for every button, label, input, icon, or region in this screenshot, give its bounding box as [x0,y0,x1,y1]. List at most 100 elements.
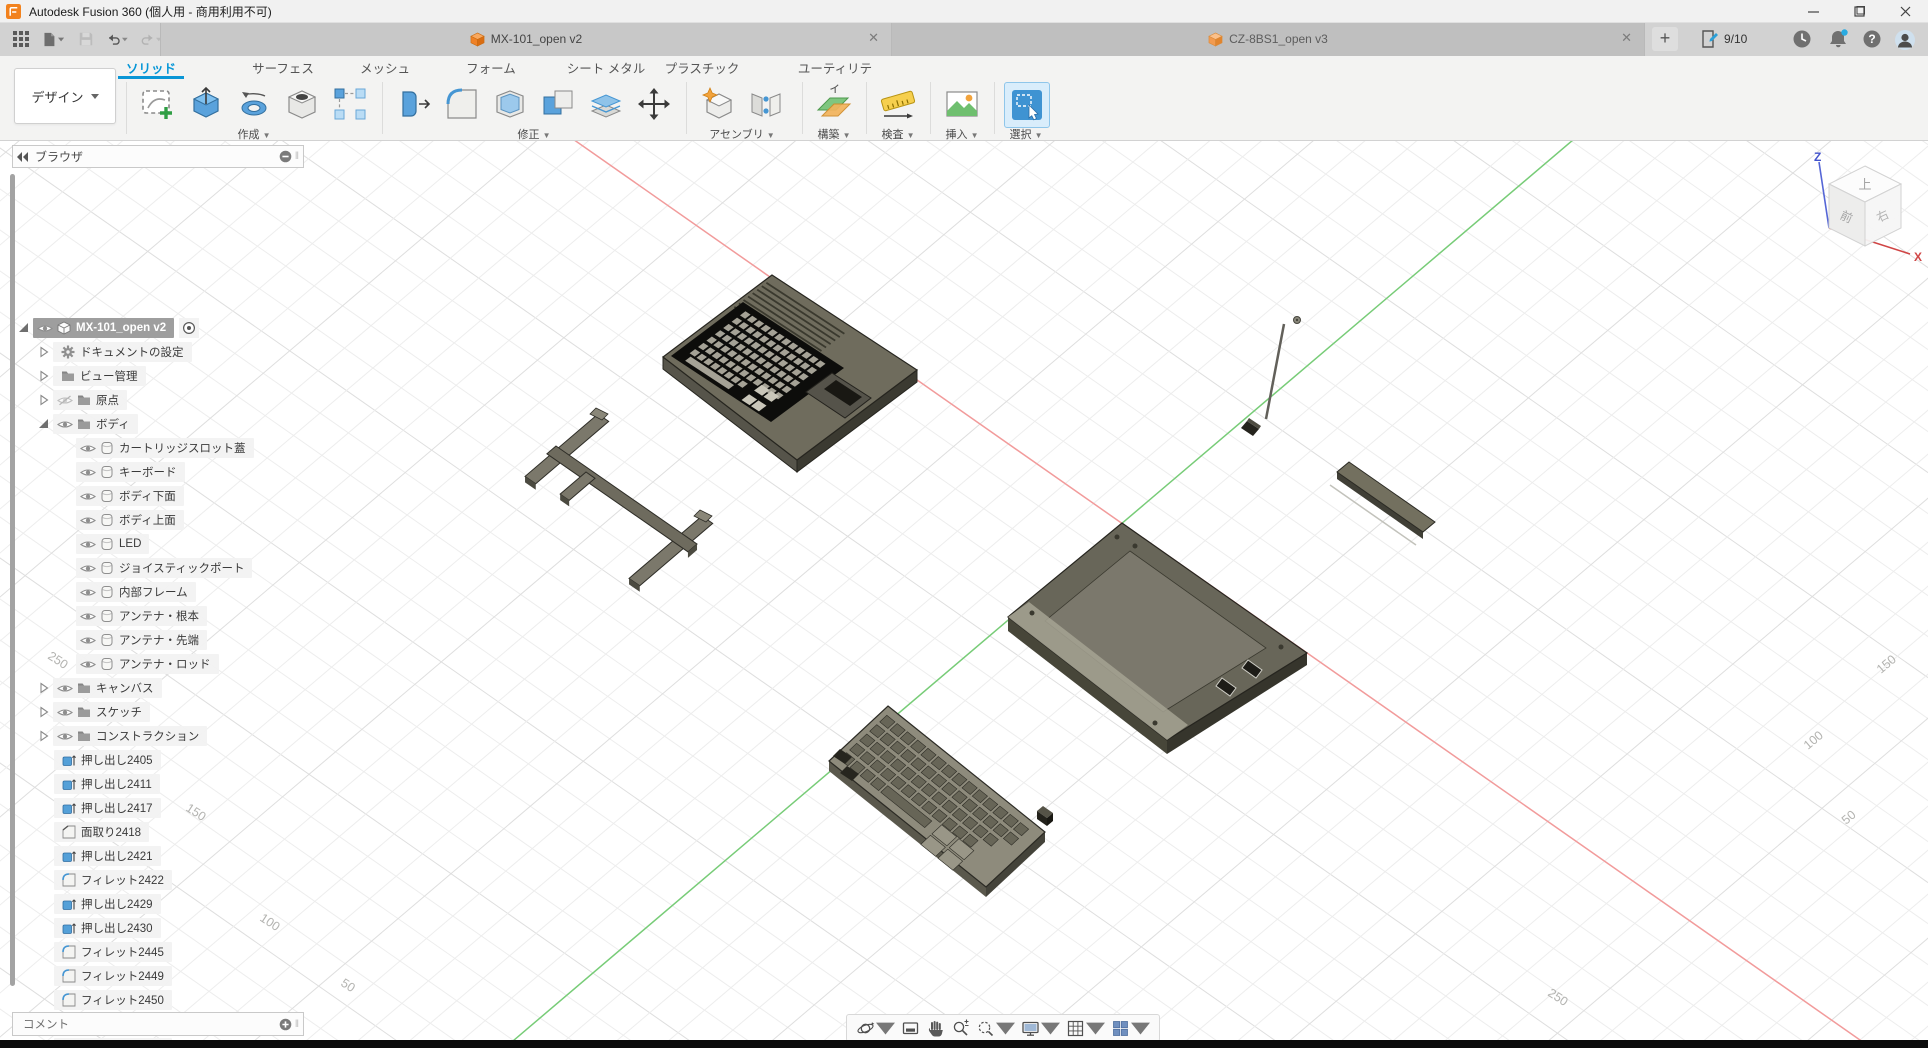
browser-tree-item[interactable]: フィレット2450 [54,989,172,1011]
browser-tree-item[interactable]: 押し出し2421 [54,845,161,867]
zoom-window-tool[interactable] [976,1019,1015,1038]
model-inner-frame[interactable] [525,408,713,592]
ribbon-tab-plastic[interactable]: プラスチック [664,58,740,76]
measure-icon[interactable] [876,82,920,126]
job-status-button[interactable]: 9/10 [1700,29,1747,49]
document-tab-active[interactable]: MX-101_open v2 ✕ [160,22,892,56]
tab-close-icon[interactable]: ✕ [1621,30,1632,46]
close-button[interactable] [1882,0,1928,22]
browser-tree-item[interactable]: 押し出し2430 [54,917,161,939]
visibility-eye-icon[interactable] [80,587,96,598]
clock-icon[interactable] [1792,29,1812,54]
visibility-eye-icon[interactable] [80,539,96,550]
tree-expand-arrow[interactable] [18,322,30,334]
browser-tree-item[interactable]: ドキュメントの設定 [38,341,192,363]
notification-bell-icon[interactable] [1828,29,1849,54]
tree-collapse-arrow[interactable] [38,682,50,694]
add-comment-icon[interactable] [279,1018,292,1031]
offset-face-icon[interactable] [584,82,628,126]
visibility-eye-icon[interactable] [80,467,96,478]
ribbon-group-5[interactable]: 挿入 ▼ [940,126,984,140]
browser-tree-item[interactable]: ジョイスティックポート [76,557,252,579]
tree-collapse-arrow[interactable] [38,706,50,718]
browser-tree-item[interactable]: ボディ下面 [76,485,184,507]
viewports-caret-icon[interactable] [1131,1019,1150,1038]
model-led-part[interactable] [1037,806,1053,826]
redo-icon[interactable] [140,29,162,49]
browser-root-item[interactable]: MX-101_open v2 [18,317,199,339]
panel-grip[interactable]: ‖ [295,151,300,162]
display-settings-tool[interactable] [1021,1019,1060,1038]
view-cube[interactable]: 上 前 右 Z X [1795,148,1928,273]
joint-icon[interactable] [744,82,788,126]
tab-close-icon[interactable]: ✕ [868,30,879,46]
ribbon-tab-mesh[interactable]: メッシュ [352,58,418,76]
save-icon[interactable] [78,29,100,49]
undo-icon[interactable] [106,29,128,49]
tree-collapse-arrow[interactable] [38,394,50,406]
browser-tree-item[interactable]: キャンバス [38,677,162,699]
look-at-tool[interactable] [901,1019,920,1038]
timeline-strip[interactable] [0,1040,1928,1048]
browser-tree-item[interactable]: キーボード [76,461,185,483]
model-antenna-rod[interactable] [1241,317,1301,437]
visibility-eye-icon[interactable] [80,443,96,454]
shell-icon[interactable] [488,82,532,126]
hole-icon[interactable] [280,82,324,126]
revolve-icon[interactable] [232,82,276,126]
visibility-eye-icon[interactable] [80,635,96,646]
panel-grip[interactable]: ‖ [295,1019,300,1030]
document-tab-inactive[interactable]: CZ-8BS1_open v3 ✕ [891,22,1645,56]
model-keyboard[interactable] [829,706,1045,897]
browser-header[interactable]: ブラウザ ‖ [12,145,304,168]
ribbon-group-1[interactable]: 修正 ▼ [392,126,676,140]
browser-tree-item[interactable]: スケッチ [38,701,150,723]
browser-tree-item[interactable]: フィレット2449 [54,965,172,987]
ribbon-group-6[interactable]: 選択 ▼ [1004,126,1048,140]
tree-collapse-arrow[interactable] [38,730,50,742]
ribbon-group-4[interactable]: 検査 ▼ [876,126,920,140]
browser-tree-item[interactable]: 押し出し2411 [54,773,160,795]
browser-tree-item[interactable]: ビュー管理 [38,365,146,387]
visibility-eye-icon[interactable] [80,491,96,502]
browser-tree-item[interactable]: アンテナ・根本 [76,605,207,627]
model-body-bottom-case[interactable] [1008,523,1307,754]
create-sketch-icon[interactable] [136,82,180,126]
workspace-selector[interactable]: デザイン [14,68,116,124]
orbit-tool[interactable] [856,1019,895,1038]
app-grid-menu-icon[interactable] [12,29,34,49]
browser-tree-item[interactable]: アンテナ・先端 [76,629,207,651]
browser-tree-item[interactable]: カートリッジスロット蓋 [76,437,254,459]
pan-tool[interactable] [926,1019,945,1038]
viewport-canvas[interactable]: 2501501005015010050250 [0,140,1928,1048]
browser-scrollbar[interactable] [10,174,15,986]
browser-tree-item[interactable]: 押し出し2429 [54,893,161,915]
tree-collapse-arrow[interactable] [38,346,50,358]
visibility-eye-icon[interactable] [80,611,96,622]
comment-bar[interactable]: コメント ‖ [12,1012,304,1036]
ribbon-group-3[interactable]: 構築 ▼ [812,126,856,140]
move-icon[interactable] [632,82,676,126]
visibility-eye-icon[interactable] [57,683,73,694]
ribbon-tab-utility[interactable]: ユーティリティ [795,58,875,76]
pattern-icon[interactable] [328,82,372,126]
activate-component-radio-icon[interactable] [182,321,196,335]
new-document-tab-button[interactable]: + [1652,27,1678,51]
browser-tree-item[interactable]: LED [76,533,149,555]
visibility-eye-icon[interactable] [57,707,73,718]
visibility-eye-icon[interactable] [37,323,53,334]
visibility-eye-icon[interactable] [80,563,96,574]
browser-tree-item[interactable]: フィレット2445 [54,941,172,963]
visibility-eye-off-icon[interactable] [57,395,73,406]
ribbon-tab-form[interactable]: フォーム [458,58,524,76]
select-icon[interactable] [1004,82,1050,128]
browser-tree-item[interactable]: 面取り2418 [54,821,149,843]
orbit-caret-icon[interactable] [876,1019,895,1038]
construction-plane-icon[interactable] [812,82,856,126]
model-body-top-case[interactable] [663,275,917,472]
help-icon[interactable]: ? [1862,29,1882,54]
browser-tree-item[interactable]: フィレット2422 [54,869,172,891]
browser-tree-item[interactable]: ボディ上面 [76,509,184,531]
browser-tree-item[interactable]: 内部フレーム [76,581,196,603]
browser-tree-item[interactable]: アンテナ・ロッド [76,653,219,675]
